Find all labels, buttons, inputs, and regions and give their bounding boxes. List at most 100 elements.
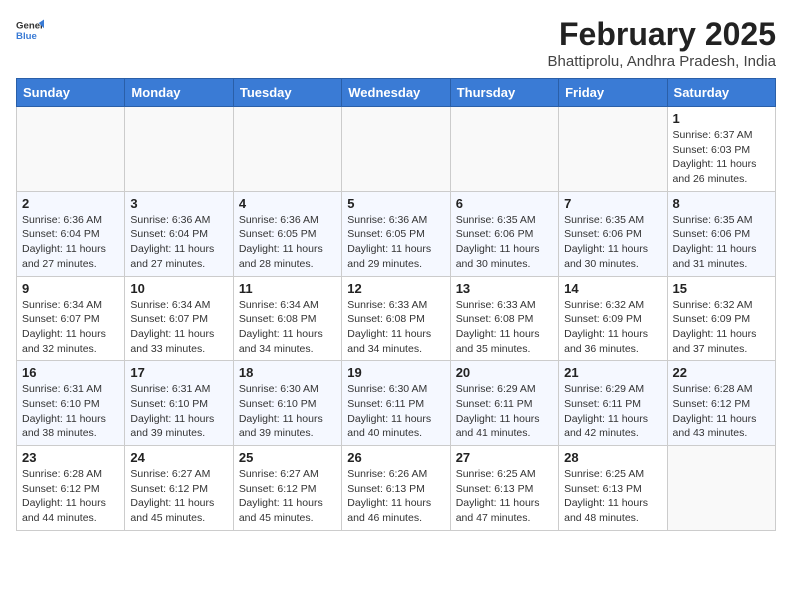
calendar-cell: 24Sunrise: 6:27 AM Sunset: 6:12 PM Dayli… [125, 446, 233, 531]
day-number: 10 [130, 281, 227, 296]
calendar-cell [667, 446, 775, 531]
day-number: 14 [564, 281, 661, 296]
day-number: 24 [130, 450, 227, 465]
day-info: Sunrise: 6:25 AM Sunset: 6:13 PM Dayligh… [564, 467, 661, 526]
calendar-cell: 16 Sunrise: 6:31 AM Sunset: 6:10 PM Dayli… [17, 361, 125, 446]
calendar-cell: 13Sunrise: 6:33 AM Sunset: 6:08 PM Dayli… [450, 276, 558, 361]
day-number: 28 [564, 450, 661, 465]
svg-text:General: General [16, 20, 44, 31]
calendar-cell: 22 Sunrise: 6:28 AM Sunset: 6:12 PM Dayli… [667, 361, 775, 446]
day-number: 16 [22, 365, 119, 380]
day-info: Sunrise: 6:25 AM Sunset: 6:13 PM Dayligh… [456, 467, 553, 526]
day-number: 3 [130, 196, 227, 211]
calendar-cell: 23 Sunrise: 6:28 AM Sunset: 6:12 PM Dayli… [17, 446, 125, 531]
logo-icon: General Blue [16, 16, 44, 44]
calendar-cell: 2 Sunrise: 6:36 AM Sunset: 6:04 PM Daylig… [17, 191, 125, 276]
day-number: 4 [239, 196, 336, 211]
day-info: Sunrise: 6:34 AM Sunset: 6:07 PM Dayligh… [22, 298, 119, 357]
day-number: 6 [456, 196, 553, 211]
day-info: Sunrise: 6:31 AM Sunset: 6:10 PM Dayligh… [22, 382, 119, 441]
day-number: 17 [130, 365, 227, 380]
calendar-cell: 18 Sunrise: 6:30 AM Sunset: 6:10 PM Dayli… [233, 361, 341, 446]
calendar-table: SundayMondayTuesdayWednesdayThursdayFrid… [16, 78, 776, 531]
weekday-header-saturday: Saturday [667, 79, 775, 107]
day-info: Sunrise: 6:28 AM Sunset: 6:12 PM Dayligh… [22, 467, 119, 526]
location-subtitle: Bhattiprolu, Andhra Pradesh, India [548, 53, 777, 70]
calendar-cell: 7 Sunrise: 6:35 AM Sunset: 6:06 PM Daylig… [559, 191, 667, 276]
calendar-cell [450, 107, 558, 192]
day-number: 18 [239, 365, 336, 380]
day-info: Sunrise: 6:36 AM Sunset: 6:04 PM Dayligh… [22, 213, 119, 272]
day-info: Sunrise: 6:31 AM Sunset: 6:10 PM Dayligh… [130, 382, 227, 441]
calendar-cell: 17 Sunrise: 6:31 AM Sunset: 6:10 PM Dayli… [125, 361, 233, 446]
calendar-cell [17, 107, 125, 192]
weekday-header-sunday: Sunday [17, 79, 125, 107]
calendar-cell: 19 Sunrise: 6:30 AM Sunset: 6:11 PM Dayli… [342, 361, 450, 446]
day-info: Sunrise: 6:34 AM Sunset: 6:07 PM Dayligh… [130, 298, 227, 357]
calendar-cell: 8Sunrise: 6:35 AM Sunset: 6:06 PM Daylig… [667, 191, 775, 276]
day-number: 22 [673, 365, 770, 380]
day-number: 12 [347, 281, 444, 296]
calendar-cell: 6 Sunrise: 6:35 AM Sunset: 6:06 PM Daylig… [450, 191, 558, 276]
day-number: 8 [673, 196, 770, 211]
day-info: Sunrise: 6:35 AM Sunset: 6:06 PM Dayligh… [456, 213, 553, 272]
calendar-cell: 12 Sunrise: 6:33 AM Sunset: 6:08 PM Dayli… [342, 276, 450, 361]
calendar-cell: 11Sunrise: 6:34 AM Sunset: 6:08 PM Dayli… [233, 276, 341, 361]
calendar-cell: 3 Sunrise: 6:36 AM Sunset: 6:04 PM Daylig… [125, 191, 233, 276]
day-number: 23 [22, 450, 119, 465]
day-info: Sunrise: 6:35 AM Sunset: 6:06 PM Dayligh… [564, 213, 661, 272]
day-number: 25 [239, 450, 336, 465]
day-info: Sunrise: 6:32 AM Sunset: 6:09 PM Dayligh… [673, 298, 770, 357]
svg-text:Blue: Blue [16, 31, 37, 42]
calendar-cell: 27 Sunrise: 6:25 AM Sunset: 6:13 PM Dayli… [450, 446, 558, 531]
calendar-week-row: 9 Sunrise: 6:34 AM Sunset: 6:07 PM Daylig… [17, 276, 776, 361]
calendar-cell: 28 Sunrise: 6:25 AM Sunset: 6:13 PM Dayli… [559, 446, 667, 531]
calendar-cell: 4Sunrise: 6:36 AM Sunset: 6:05 PM Daylig… [233, 191, 341, 276]
day-number: 7 [564, 196, 661, 211]
calendar-cell [559, 107, 667, 192]
day-info: Sunrise: 6:27 AM Sunset: 6:12 PM Dayligh… [239, 467, 336, 526]
weekday-header-tuesday: Tuesday [233, 79, 341, 107]
calendar-week-row: 16 Sunrise: 6:31 AM Sunset: 6:10 PM Dayli… [17, 361, 776, 446]
day-number: 15 [673, 281, 770, 296]
day-info: Sunrise: 6:34 AM Sunset: 6:08 PM Dayligh… [239, 298, 336, 357]
day-info: Sunrise: 6:36 AM Sunset: 6:04 PM Dayligh… [130, 213, 227, 272]
day-number: 5 [347, 196, 444, 211]
calendar-week-row: 1Sunrise: 6:37 AM Sunset: 6:03 PM Daylig… [17, 107, 776, 192]
day-number: 2 [22, 196, 119, 211]
calendar-cell: 1Sunrise: 6:37 AM Sunset: 6:03 PM Daylig… [667, 107, 775, 192]
day-number: 9 [22, 281, 119, 296]
calendar-cell: 5 Sunrise: 6:36 AM Sunset: 6:05 PM Daylig… [342, 191, 450, 276]
weekday-header-row: SundayMondayTuesdayWednesdayThursdayFrid… [17, 79, 776, 107]
calendar-cell: 14 Sunrise: 6:32 AM Sunset: 6:09 PM Dayli… [559, 276, 667, 361]
logo: General Blue [16, 16, 44, 44]
calendar-cell: 10 Sunrise: 6:34 AM Sunset: 6:07 PM Dayli… [125, 276, 233, 361]
calendar-cell: 9 Sunrise: 6:34 AM Sunset: 6:07 PM Daylig… [17, 276, 125, 361]
day-info: Sunrise: 6:30 AM Sunset: 6:10 PM Dayligh… [239, 382, 336, 441]
page-header: General Blue February 2025 Bhattiprolu, … [16, 16, 776, 70]
day-info: Sunrise: 6:30 AM Sunset: 6:11 PM Dayligh… [347, 382, 444, 441]
day-number: 27 [456, 450, 553, 465]
day-number: 26 [347, 450, 444, 465]
day-info: Sunrise: 6:36 AM Sunset: 6:05 PM Dayligh… [347, 213, 444, 272]
calendar-week-row: 23 Sunrise: 6:28 AM Sunset: 6:12 PM Dayli… [17, 446, 776, 531]
day-number: 20 [456, 365, 553, 380]
calendar-week-row: 2 Sunrise: 6:36 AM Sunset: 6:04 PM Daylig… [17, 191, 776, 276]
day-info: Sunrise: 6:33 AM Sunset: 6:08 PM Dayligh… [347, 298, 444, 357]
calendar-cell: 21 Sunrise: 6:29 AM Sunset: 6:11 PM Dayli… [559, 361, 667, 446]
day-number: 13 [456, 281, 553, 296]
day-number: 19 [347, 365, 444, 380]
day-info: Sunrise: 6:28 AM Sunset: 6:12 PM Dayligh… [673, 382, 770, 441]
calendar-cell: 25 Sunrise: 6:27 AM Sunset: 6:12 PM Dayli… [233, 446, 341, 531]
day-info: Sunrise: 6:29 AM Sunset: 6:11 PM Dayligh… [456, 382, 553, 441]
weekday-header-thursday: Thursday [450, 79, 558, 107]
day-info: Sunrise: 6:37 AM Sunset: 6:03 PM Dayligh… [673, 128, 770, 187]
calendar-cell [125, 107, 233, 192]
calendar-cell [233, 107, 341, 192]
calendar-cell: 26 Sunrise: 6:26 AM Sunset: 6:13 PM Dayli… [342, 446, 450, 531]
calendar-cell: 15 Sunrise: 6:32 AM Sunset: 6:09 PM Dayli… [667, 276, 775, 361]
day-info: Sunrise: 6:32 AM Sunset: 6:09 PM Dayligh… [564, 298, 661, 357]
day-info: Sunrise: 6:26 AM Sunset: 6:13 PM Dayligh… [347, 467, 444, 526]
day-info: Sunrise: 6:29 AM Sunset: 6:11 PM Dayligh… [564, 382, 661, 441]
day-number: 21 [564, 365, 661, 380]
